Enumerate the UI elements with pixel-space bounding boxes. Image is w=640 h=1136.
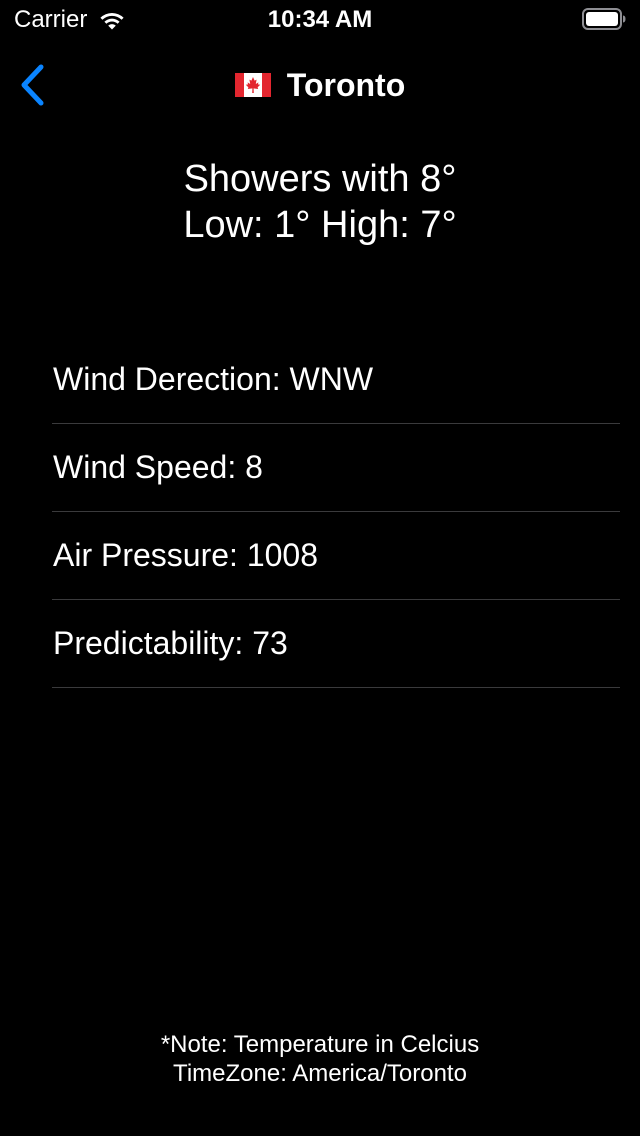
canada-flag-icon	[234, 73, 271, 97]
list-item-air-pressure: Air Pressure: 1008	[52, 512, 620, 600]
air-pressure-text: Air Pressure: 1008	[53, 537, 319, 573]
timezone-note: TimeZone: America/Toronto	[173, 1060, 467, 1087]
status-bar: Carrier 10:34 AM	[0, 0, 640, 40]
nav-title-group: Toronto	[0, 66, 640, 104]
temperature-range-text: Low: 1° High: 7°	[183, 204, 457, 246]
weather-detail-list: Wind Derection: WNW Wind Speed: 8 Air Pr…	[52, 336, 620, 688]
list-item-wind-direction: Wind Derection: WNW	[52, 336, 620, 424]
predictability-text: Predictability: 73	[53, 625, 288, 661]
page-title: Toronto	[286, 67, 406, 103]
navigation-bar: Toronto	[0, 48, 640, 120]
weather-summary: Showers with 8° Low: 1° High: 7°	[0, 156, 640, 248]
status-time: 10:34 AM	[267, 6, 373, 33]
battery-icon	[582, 8, 626, 30]
list-item-predictability: Predictability: 73	[52, 600, 620, 688]
wind-direction-text: Wind Derection: WNW	[53, 361, 374, 397]
condition-text: Showers with 8°	[183, 158, 457, 200]
temperature-unit-note: *Note: Temperature in Celcius	[160, 1031, 480, 1058]
footer-notes: *Note: Temperature in Celcius TimeZone: …	[0, 1030, 640, 1088]
wind-speed-text: Wind Speed: 8	[53, 449, 263, 485]
list-item-wind-speed: Wind Speed: 8	[52, 424, 620, 512]
